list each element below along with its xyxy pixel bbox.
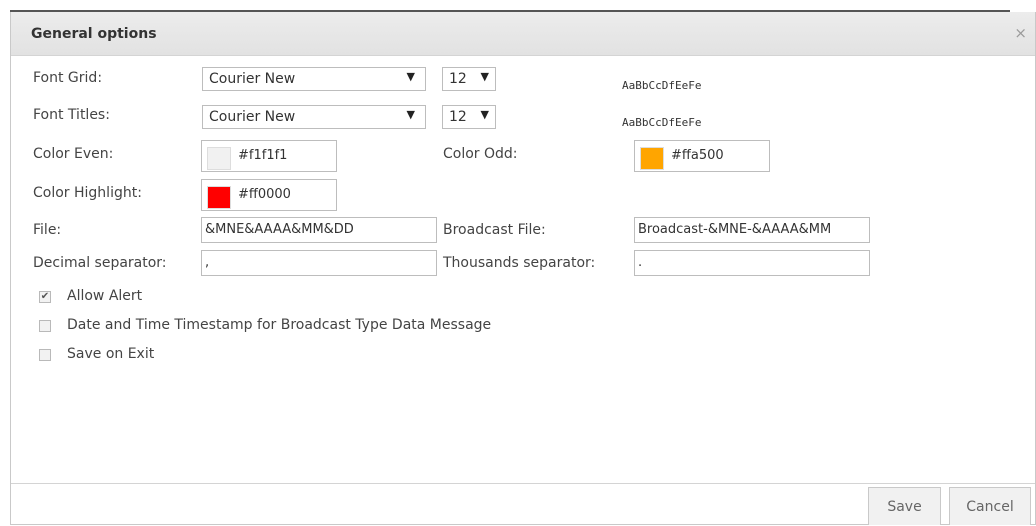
font-titles-family-value: Courier New <box>209 109 296 125</box>
chevron-down-icon: ▼ <box>406 70 415 83</box>
file-label: File: <box>33 222 62 238</box>
color-even-swatch[interactable] <box>207 147 231 170</box>
color-even-picker[interactable]: #f1f1f1 <box>201 140 337 172</box>
color-highlight-swatch[interactable] <box>207 186 231 209</box>
close-icon[interactable]: × <box>1014 24 1027 42</box>
font-grid-family-select[interactable]: Courier New ▼ <box>202 67 426 91</box>
dialog-title: General options <box>31 26 157 42</box>
color-even-label: Color Even: <box>33 146 114 162</box>
broadcast-file-label: Broadcast File: <box>443 222 546 238</box>
thousands-separator-input[interactable]: . <box>634 250 870 276</box>
save-on-exit-label: Save on Exit <box>67 346 155 362</box>
font-grid-sample: AaBbCcDfEeFe <box>622 79 702 92</box>
font-titles-family-select[interactable]: Courier New ▼ <box>202 105 426 129</box>
font-grid-size-select[interactable]: 12 ▼ <box>442 67 496 91</box>
save-button[interactable]: Save <box>868 487 941 525</box>
font-grid-label: Font Grid: <box>33 70 103 86</box>
allow-alert-label: Allow Alert <box>67 288 143 304</box>
allow-alert-checkbox[interactable]: ✔ <box>39 291 51 303</box>
chevron-down-icon: ▼ <box>406 108 415 121</box>
dialog-titlebar: General options × <box>11 12 1035 56</box>
save-on-exit-checkbox[interactable] <box>39 349 51 361</box>
decimal-separator-label: Decimal separator: <box>33 255 167 271</box>
color-even-value: #f1f1f1 <box>238 148 288 163</box>
color-odd-label: Color Odd: <box>443 146 518 162</box>
color-odd-value: #ffa500 <box>671 148 724 163</box>
general-options-dialog: General options × Font Grid: Courier New… <box>10 12 1036 525</box>
timestamp-broadcast-checkbox[interactable] <box>39 320 51 332</box>
chevron-down-icon: ▼ <box>480 70 489 83</box>
color-odd-swatch[interactable] <box>640 147 664 170</box>
cancel-button[interactable]: Cancel <box>949 487 1031 525</box>
font-titles-size-select[interactable]: 12 ▼ <box>442 105 496 129</box>
color-highlight-label: Color Highlight: <box>33 185 142 201</box>
broadcast-file-input[interactable]: Broadcast-&MNE-&AAAA&MM <box>634 217 870 243</box>
color-highlight-picker[interactable]: #ff0000 <box>201 179 337 211</box>
font-grid-family-value: Courier New <box>209 71 296 87</box>
font-titles-label: Font Titles: <box>33 107 110 123</box>
color-highlight-value: #ff0000 <box>238 187 291 202</box>
footer-divider <box>11 483 1035 484</box>
chevron-down-icon: ▼ <box>480 108 489 121</box>
color-odd-picker[interactable]: #ffa500 <box>634 140 770 172</box>
file-input[interactable]: &MNE&AAAA&MM&DD <box>201 217 437 243</box>
decimal-separator-input[interactable]: , <box>201 250 437 276</box>
font-titles-sample: AaBbCcDfEeFe <box>622 116 702 129</box>
font-titles-size-value: 12 <box>449 109 467 125</box>
thousands-separator-label: Thousands separator: <box>443 255 596 271</box>
font-grid-size-value: 12 <box>449 71 467 87</box>
timestamp-broadcast-label: Date and Time Timestamp for Broadcast Ty… <box>67 317 492 333</box>
